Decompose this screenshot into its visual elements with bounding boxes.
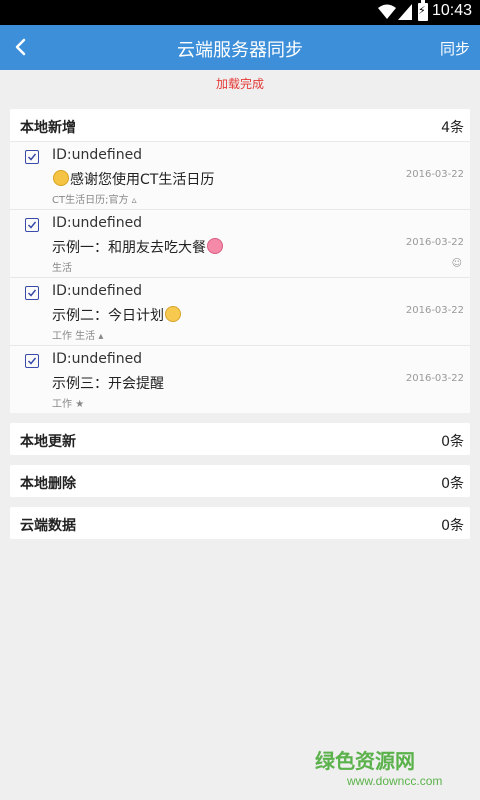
- clock: 10:43: [431, 2, 472, 19]
- emoji-icon: [207, 238, 223, 254]
- section-label: 本地新增: [20, 120, 76, 136]
- item-tag-text: 工作 生活: [52, 331, 96, 342]
- checkbox-icon[interactable]: [25, 354, 39, 368]
- item-text: 感谢您使用CT生活日历: [52, 169, 214, 189]
- item-tag: 生活: [52, 263, 72, 274]
- item-title: 示例一：和朋友去吃大餐: [52, 240, 206, 256]
- local-update-card[interactable]: 本地更新 0条: [10, 423, 470, 455]
- triangle-icon: ▴: [98, 331, 104, 342]
- item-tag: 工作 ★: [52, 395, 84, 410]
- item-date: 2016-03-22: [405, 373, 464, 384]
- list-item[interactable]: ID:undefined 示例一：和朋友去吃大餐 生活 2016-03-22 ☺: [10, 209, 470, 277]
- emoji-icon: [53, 170, 69, 186]
- app-bar: 云端服务器同步 同步: [0, 25, 480, 70]
- item-title: 示例三：开会提醒: [52, 376, 164, 392]
- item-date: 2016-03-22: [405, 237, 464, 248]
- item-tag: 工作 生活 ▴: [52, 327, 103, 342]
- section-count: 0条: [441, 434, 464, 450]
- section-label: 本地删除: [20, 476, 76, 492]
- list-item[interactable]: ID:undefined 示例二：今日计划 工作 生活 ▴ 2016-03-22: [10, 277, 470, 345]
- item-id: ID:undefined: [52, 147, 143, 163]
- watermark-main: 绿色资源网: [315, 751, 415, 773]
- section-label: 本地更新: [20, 434, 76, 450]
- local-new-header[interactable]: 本地新增 4条: [10, 109, 470, 141]
- section-count: 0条: [441, 476, 464, 492]
- local-delete-card[interactable]: 本地删除 0条: [10, 465, 470, 497]
- item-id: ID:undefined: [52, 351, 143, 367]
- page-title: 云端服务器同步: [177, 40, 303, 61]
- cloud-data-card[interactable]: 云端数据 0条: [10, 507, 470, 539]
- item-date: 2016-03-22: [405, 169, 464, 180]
- local-new-card: 本地新增 4条 ID:undefined 感谢您使用CT生活日历 CT生活日历;…: [10, 109, 470, 413]
- item-id: ID:undefined: [52, 215, 143, 231]
- item-title: 感谢您使用CT生活日历: [70, 172, 215, 188]
- item-date: 2016-03-22: [405, 305, 464, 316]
- checkbox-icon[interactable]: [25, 286, 39, 300]
- watermark-url: www.downcc.com: [347, 774, 443, 788]
- item-title: 示例二：今日计划: [52, 308, 164, 324]
- star-icon: ★: [75, 399, 85, 410]
- list-item[interactable]: ID:undefined 感谢您使用CT生活日历 CT生活日历;官方 ▵ 201…: [10, 141, 470, 209]
- item-text: 示例二：今日计划: [52, 305, 182, 325]
- item-text: 示例一：和朋友去吃大餐: [52, 237, 224, 257]
- status-bar: 10:43: [0, 0, 480, 25]
- list-item[interactable]: ID:undefined 示例三：开会提醒 工作 ★ 2016-03-22: [10, 345, 470, 413]
- section-label: 云端数据: [20, 518, 76, 534]
- checkbox-icon[interactable]: [25, 218, 39, 232]
- triangle-icon: ▵: [131, 195, 137, 206]
- checkbox-icon[interactable]: [25, 150, 39, 164]
- emoji-icon: [165, 306, 181, 322]
- sync-button[interactable]: 同步: [440, 38, 470, 59]
- watermark: 绿色资源网 www.downcc.com: [315, 745, 442, 788]
- load-status: 加载完成: [215, 77, 264, 91]
- item-tag: CT生活日历;官方 ▵: [52, 191, 137, 206]
- signal-icon: [398, 4, 412, 20]
- battery-icon: [418, 0, 428, 21]
- smile-icon: ☺: [451, 258, 462, 269]
- item-id: ID:undefined: [52, 283, 143, 299]
- section-count: 0条: [441, 518, 464, 534]
- item-tag-text: CT生活日历;官方: [52, 195, 129, 206]
- wifi-icon: [378, 4, 396, 19]
- section-count: 4条: [441, 120, 464, 136]
- item-tag-text: 工作: [52, 399, 72, 410]
